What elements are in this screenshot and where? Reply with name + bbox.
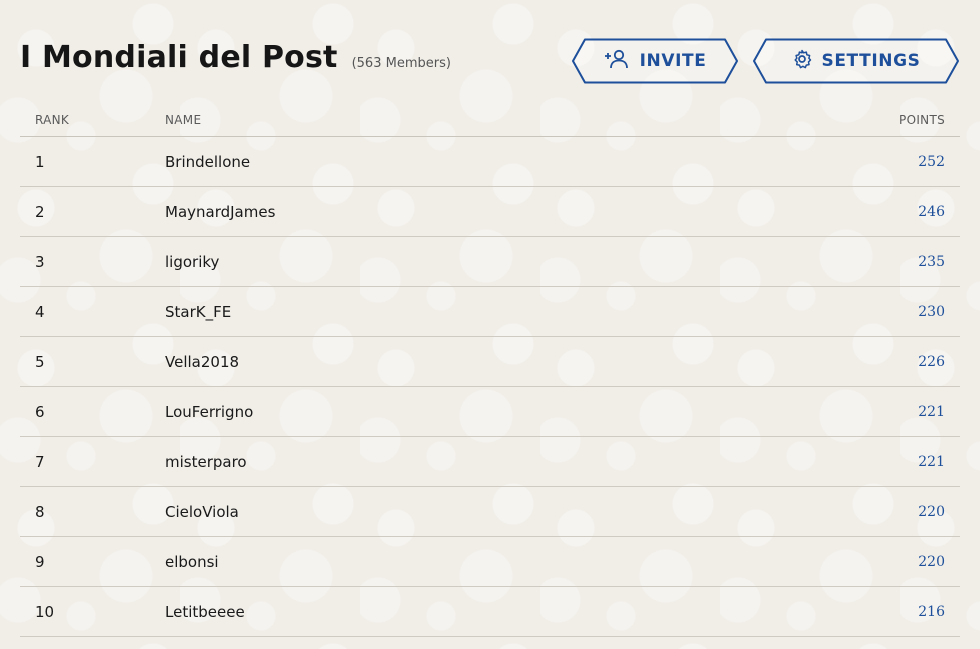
table-row[interactable]: 5 Vella2018 226: [20, 337, 960, 387]
row-points: 235: [918, 253, 945, 270]
table-row[interactable]: 6 LouFerrigno 221: [20, 387, 960, 437]
row-points: 216: [918, 603, 945, 620]
column-header-rank[interactable]: RANK: [20, 113, 165, 127]
row-rank: 1: [35, 152, 45, 171]
row-name[interactable]: Letitbeeee: [165, 603, 840, 621]
table-row[interactable]: 10 Letitbeeee 216: [20, 587, 960, 637]
table-row[interactable]: 2 MaynardJames 246: [20, 187, 960, 237]
row-points: 221: [918, 453, 945, 470]
row-points: 252: [918, 153, 945, 170]
gear-icon: [792, 49, 812, 74]
row-points: 220: [918, 503, 945, 520]
row-rank: 7: [35, 452, 45, 471]
column-header-name[interactable]: NAME: [165, 113, 840, 127]
table-header: RANK NAME POINTS: [20, 104, 960, 137]
row-name[interactable]: Brindellone: [165, 153, 840, 171]
column-header-points[interactable]: POINTS: [840, 113, 960, 127]
row-rank: 8: [35, 502, 45, 521]
page-header: I Mondiali del Post (563 Members): [20, 40, 451, 75]
table-row[interactable]: 3 ligoriky 235: [20, 237, 960, 287]
invite-button[interactable]: INVITE: [571, 38, 739, 84]
row-points: 246: [918, 203, 945, 220]
row-name[interactable]: ligoriky: [165, 253, 840, 271]
row-name[interactable]: elbonsi: [165, 553, 840, 571]
row-name[interactable]: MaynardJames: [165, 203, 840, 221]
member-count: (563 Members): [351, 56, 451, 71]
settings-button[interactable]: SETTINGS: [752, 38, 960, 84]
row-points: 220: [918, 553, 945, 570]
add-user-icon: [604, 49, 630, 74]
table-row[interactable]: 7 misterparo 221: [20, 437, 960, 487]
row-points: 221: [918, 403, 945, 420]
table-row[interactable]: 8 CieloViola 220: [20, 487, 960, 537]
row-rank: 5: [35, 352, 45, 371]
table-row[interactable]: 1 Brindellone 252: [20, 137, 960, 187]
row-rank: 4: [35, 302, 45, 321]
invite-button-label: INVITE: [639, 51, 707, 71]
row-name[interactable]: StarK_FE: [165, 303, 840, 321]
row-points: 230: [918, 303, 945, 320]
row-rank: 6: [35, 402, 45, 421]
row-name[interactable]: Vella2018: [165, 353, 840, 371]
row-name[interactable]: LouFerrigno: [165, 403, 840, 421]
row-points: 226: [918, 353, 945, 370]
table-row[interactable]: 4 StarK_FE 230: [20, 287, 960, 337]
row-name[interactable]: CieloViola: [165, 503, 840, 521]
page-title: I Mondiali del Post: [20, 40, 338, 75]
row-rank: 2: [35, 202, 45, 221]
table-row[interactable]: 9 elbonsi 220: [20, 537, 960, 587]
row-rank: 10: [35, 602, 55, 621]
row-rank: 9: [35, 552, 45, 571]
settings-button-label: SETTINGS: [821, 51, 921, 71]
row-rank: 3: [35, 252, 45, 271]
row-name[interactable]: misterparo: [165, 453, 840, 471]
leaderboard-table: RANK NAME POINTS 1 Brindellone 252 2 May…: [20, 104, 960, 637]
